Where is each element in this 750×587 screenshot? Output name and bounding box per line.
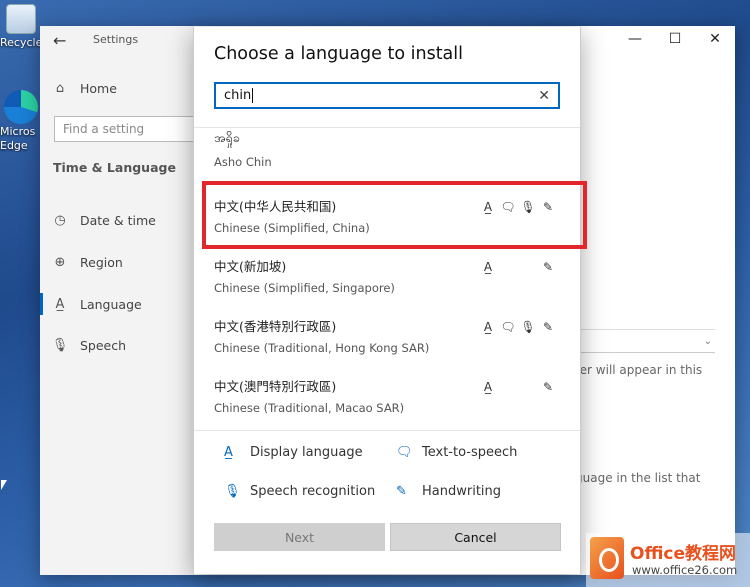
section-title: Time & Language	[53, 160, 176, 175]
handwriting-icon: ✎	[396, 484, 407, 499]
language-native-name: 中文(中华人民共和国)	[214, 199, 337, 214]
sidebar-item-region[interactable]: ⊕ Region	[40, 251, 195, 273]
recycle-bin-icon	[6, 4, 36, 34]
sidebar-item-language[interactable]: A̲ Language	[40, 293, 195, 315]
edge-shortcut[interactable]: Micros Edge	[0, 90, 40, 152]
language-item[interactable]: 中文(新加坡) Chinese (Simplified, Singapore) …	[194, 248, 580, 306]
recycle-bin-label: Recycle	[0, 36, 40, 49]
legend-label: Display language	[250, 445, 363, 460]
language-native-name: အရှိုခ	[214, 130, 240, 145]
language-item[interactable]: 中文(香港特別行政區) Chinese (Traditional, Hong K…	[194, 308, 580, 366]
language-english-name: Chinese (Traditional, Hong Kong SAR)	[214, 341, 430, 355]
display-language-icon: A̲	[483, 320, 493, 334]
watermark-url: www.office26.com	[632, 563, 738, 577]
language-english-name: Chinese (Simplified, China)	[214, 221, 370, 235]
edge-label-line2: Edge	[0, 139, 28, 152]
watermark: Office教程网 www.office26.com	[586, 533, 750, 587]
speech-recognition-icon: 🎙	[520, 200, 536, 214]
microphone-icon: 🎙	[51, 337, 69, 353]
display-language-icon: A̲	[483, 380, 493, 394]
handwriting-icon: ✎	[542, 260, 554, 274]
window-controls: — ☐ ✕	[615, 26, 735, 52]
sidebar-item-label: Region	[80, 254, 123, 270]
maximize-button[interactable]: ☐	[655, 26, 695, 52]
home-icon: ⌂	[55, 80, 65, 96]
handwriting-icon: ✎	[542, 200, 554, 214]
legend-label: Text-to-speech	[422, 445, 518, 460]
back-arrow-icon[interactable]: ←	[53, 31, 66, 50]
text-to-speech-icon: 🗨	[396, 445, 413, 460]
edge-icon	[4, 90, 38, 124]
handwriting-icon: ✎	[542, 320, 554, 334]
sidebar-item-label: Home	[80, 80, 117, 96]
clear-search-icon[interactable]: ✕	[538, 88, 550, 104]
speech-recognition-icon: 🎙	[520, 320, 536, 334]
sidebar-item-label: Speech	[80, 337, 127, 353]
language-list[interactable]: အရှိုခ Asho Chin 中文(中华人民共和国) Chinese (Si…	[194, 127, 580, 431]
edge-label-line1: Micros	[0, 125, 36, 138]
background-dropdown: ⌄	[580, 329, 715, 353]
language-english-name: Chinese (Simplified, Singapore)	[214, 281, 395, 295]
find-setting-input[interactable]: Find a setting	[54, 116, 195, 142]
legend-text-to-speech: 🗨 Text-to-speech	[396, 445, 517, 460]
calendar-clock-icon: ◷	[54, 212, 66, 228]
settings-sidebar: ← Settings ⌂ Home Find a setting Time & …	[40, 26, 195, 575]
minimize-button[interactable]: —	[615, 26, 655, 52]
sidebar-item-label: Language	[80, 296, 142, 312]
next-button[interactable]: Next	[214, 523, 385, 551]
text-caret	[252, 88, 254, 103]
text-to-speech-icon: 🗨	[500, 320, 516, 334]
legend-speech-recognition: 🎙 Speech recognition	[224, 484, 375, 499]
legend-label: Speech recognition	[250, 484, 376, 499]
sidebar-item-date-time[interactable]: ◷ Date & time	[40, 209, 195, 231]
close-button[interactable]: ✕	[695, 26, 735, 52]
background-description-text: rer will appear in this	[575, 363, 703, 377]
legend-display-language: A̲ Display language	[224, 445, 363, 460]
chevron-down-icon: ⌄	[703, 336, 712, 347]
language-native-name: 中文(新加坡)	[214, 259, 287, 274]
watermark-brand: Office教程网	[630, 544, 737, 564]
sidebar-item-label: Date & time	[80, 212, 156, 228]
background-description-text: guage in the list that	[575, 471, 701, 485]
text-to-speech-icon: 🗨	[500, 200, 516, 214]
recycle-bin-shortcut[interactable]: Recycle	[0, 4, 40, 49]
language-search-input[interactable]: chin ✕	[214, 82, 560, 109]
choose-language-dialog: Choose a language to install chin ✕ အရှိ…	[193, 27, 581, 574]
language-native-name: 中文(香港特別行政區)	[214, 319, 337, 334]
handwriting-icon: ✎	[542, 380, 554, 394]
globe-icon: ⊕	[54, 254, 66, 270]
display-language-icon: A̲	[483, 200, 493, 214]
display-language-icon: A̲	[224, 445, 233, 460]
search-input-value: chin	[224, 88, 252, 103]
sidebar-item-speech[interactable]: 🎙 Speech	[40, 334, 195, 356]
settings-app-title: Settings	[93, 33, 139, 46]
language-english-name: Asho Chin	[214, 155, 272, 169]
legend-label: Handwriting	[422, 484, 502, 499]
dialog-title: Choose a language to install	[214, 44, 464, 64]
cancel-button[interactable]: Cancel	[390, 523, 561, 551]
mouse-cursor-icon	[1, 480, 7, 490]
sidebar-item-home[interactable]: ⌂ Home	[40, 77, 195, 99]
language-item[interactable]: 中文(澳門特別行政區) Chinese (Traditional, Macao …	[194, 368, 580, 426]
language-item[interactable]: အရှိုခ Asho Chin	[194, 128, 580, 180]
legend-handwriting: ✎ Handwriting	[396, 484, 501, 499]
language-english-name: Chinese (Traditional, Macao SAR)	[214, 401, 405, 415]
language-icon: A̲	[55, 296, 65, 312]
language-native-name: 中文(澳門特別行政區)	[214, 379, 337, 394]
display-language-icon: A̲	[483, 260, 493, 274]
language-item[interactable]: 中文(中华人民共和国) Chinese (Simplified, China) …	[194, 188, 580, 246]
speech-recognition-icon: 🎙	[224, 484, 241, 499]
office-logo-icon	[590, 537, 624, 579]
